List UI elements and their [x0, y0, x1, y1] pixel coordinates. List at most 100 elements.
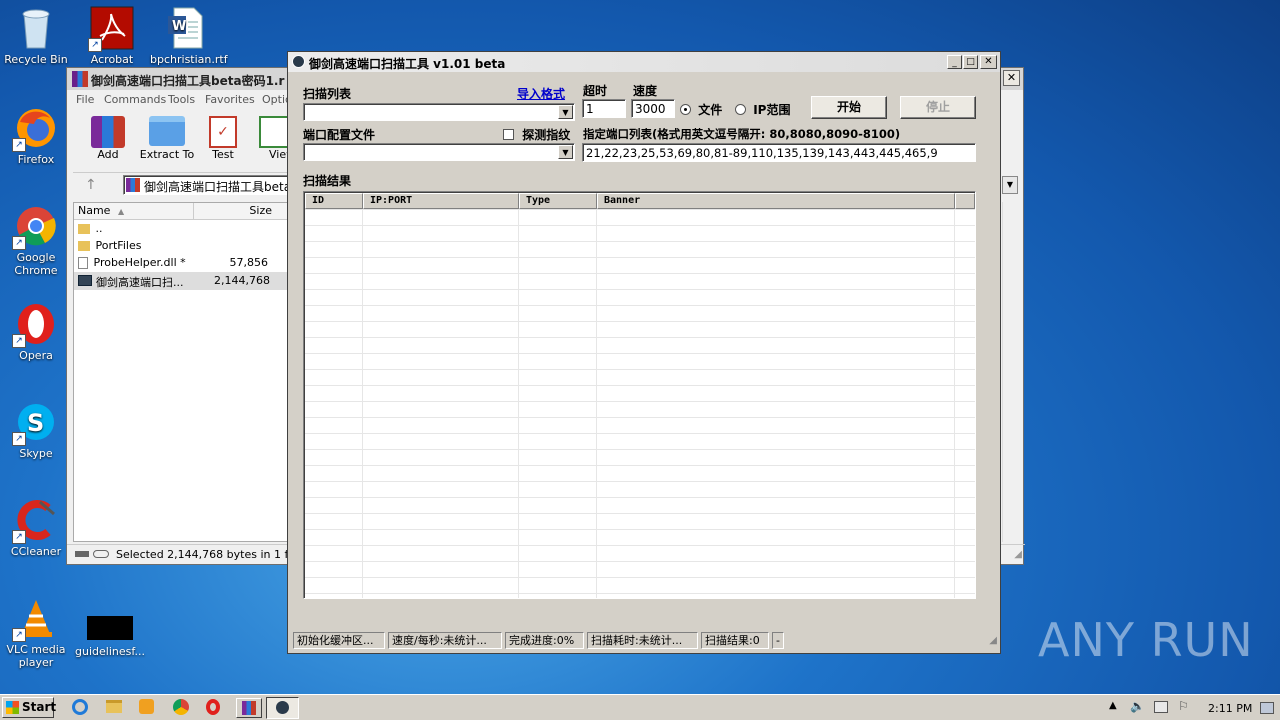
sort-up-icon: ▲: [117, 207, 125, 216]
menu-favorites[interactable]: Favorites: [205, 93, 255, 106]
desktop-icon-recycle-bin[interactable]: Recycle Bin: [0, 6, 72, 66]
anyrun-watermark: ANY RUN: [1038, 613, 1254, 667]
folder-icon: [149, 116, 185, 146]
results-grid: [305, 209, 975, 598]
add-icon: [91, 116, 125, 148]
speed-input[interactable]: 3000: [631, 99, 675, 118]
port-config-label: 端口配置文件: [303, 128, 376, 142]
volume-icon[interactable]: 🔈: [1130, 699, 1145, 713]
menu-commands[interactable]: Commands: [104, 93, 166, 106]
ie-taskbar-icon[interactable]: [72, 699, 88, 715]
taskbar: Start ▲ 🔈 ⚐ 2:11 PM: [0, 694, 1280, 720]
file-row-parent[interactable]: ..: [78, 222, 288, 238]
results-table[interactable]: ID IP:PORT Type Banner: [303, 191, 976, 599]
opera-icon: ↗: [12, 302, 58, 348]
up-arrow-icon[interactable]: ↑: [85, 177, 97, 193]
status-elapsed: 扫描耗时:未统计...: [587, 632, 698, 649]
desktop-icon-skype[interactable]: S ↗ Skype: [0, 400, 72, 460]
scan-list-label: 扫描列表: [303, 87, 352, 101]
dll-file-icon: [78, 257, 88, 269]
show-desktop-icon[interactable]: [1260, 702, 1274, 714]
drive-icon: [75, 551, 89, 557]
column-header-name[interactable]: Name ▲: [74, 203, 194, 220]
toolbar-test[interactable]: ✓ Test: [203, 116, 243, 161]
desktop-icon-vlc[interactable]: ↗ VLC media player: [0, 596, 72, 669]
radio-ip-range[interactable]: IP范围: [735, 101, 790, 118]
recycle-bin-icon: [14, 6, 58, 50]
clock[interactable]: 2:11 PM: [1208, 702, 1252, 715]
radio-file[interactable]: 文件: [680, 101, 722, 118]
col-header-id[interactable]: ID: [305, 193, 363, 209]
timeout-input[interactable]: 1: [582, 99, 626, 118]
ccleaner-icon: ↗: [12, 498, 58, 544]
winrar-menubar: File Commands Tools Favorites Optic: [67, 90, 291, 108]
desktop-icon-guidelines[interactable]: guidelinesf...: [74, 606, 146, 658]
chevron-down-icon[interactable]: ▼: [558, 105, 573, 119]
winrar-close-button[interactable]: ✕: [1003, 70, 1020, 86]
import-format-link[interactable]: 导入格式: [517, 85, 565, 102]
start-button[interactable]: 开始: [811, 96, 887, 119]
status-progress: 完成进度:0%: [505, 632, 584, 649]
radio-unchecked-icon: [735, 104, 746, 115]
maximize-button[interactable]: □: [963, 55, 978, 69]
close-button[interactable]: ✕: [980, 55, 997, 69]
view-icon: [259, 116, 289, 148]
address-field[interactable]: 御剑高速端口扫描工具beta: [123, 175, 293, 195]
explorer-taskbar-icon[interactable]: [106, 700, 122, 713]
desktop-icon-word-doc[interactable]: W bpchristian.rtf: [150, 6, 228, 66]
timeout-label: 超时: [583, 84, 608, 98]
folder-icon: [78, 224, 90, 234]
opera-taskbar-icon[interactable]: [206, 699, 220, 715]
windows-logo-icon: [6, 701, 19, 714]
chevron-down-icon[interactable]: ▼: [558, 145, 573, 159]
col-header-ipport[interactable]: IP:PORT: [363, 193, 519, 209]
resize-grip-icon[interactable]: ◢: [989, 635, 997, 646]
toolbar-add[interactable]: Add: [85, 116, 131, 161]
scan-list-combo[interactable]: ▼: [303, 103, 575, 121]
col-header-banner[interactable]: Banner: [597, 193, 955, 209]
winrar-taskbar-icon[interactable]: [236, 698, 262, 718]
menu-tools[interactable]: Tools: [168, 93, 195, 106]
menu-file[interactable]: File: [76, 93, 94, 106]
port-config-combo[interactable]: ▼: [303, 143, 575, 161]
toolbar-extract[interactable]: Extract To: [137, 116, 197, 161]
desktop-icon-acrobat[interactable]: ↗ Acrobat: [76, 6, 148, 66]
word-doc-icon: W: [164, 6, 208, 50]
results-header: ID IP:PORT Type Banner: [305, 193, 975, 209]
column-header-size[interactable]: Size: [194, 203, 290, 220]
file-row-portfiles[interactable]: PortFiles: [78, 239, 288, 255]
checkbox-icon: [503, 129, 514, 140]
chevron-up-icon[interactable]: ▲: [1109, 700, 1117, 711]
scanner-app-icon: [292, 55, 305, 68]
scanner-titlebar[interactable]: 御剑高速端口扫描工具 v1.01 beta _ □ ✕: [288, 52, 1000, 72]
port-list-input[interactable]: 21,22,23,25,53,69,80,81-89,110,135,139,1…: [582, 143, 976, 162]
chrome-taskbar-icon[interactable]: [173, 699, 189, 715]
winrar-addressbar: ↑ 御剑高速端口扫描工具beta: [73, 172, 293, 196]
col-header-type[interactable]: Type: [519, 193, 597, 209]
winrar-scrollbar[interactable]: [1002, 202, 1018, 542]
scanner-statusbar: 初始化缓冲区... 速度/每秒:未统计... 完成进度:0% 扫描耗时:未统计.…: [288, 630, 1000, 652]
desktop-icon-ccleaner[interactable]: ↗ CCleaner: [0, 498, 72, 558]
status-results: 扫描结果:0: [701, 632, 769, 649]
exe-file-icon: [78, 275, 92, 286]
media-player-taskbar-icon[interactable]: [139, 699, 154, 714]
desktop-icon-chrome[interactable]: ↗ Google Chrome: [0, 204, 72, 277]
desktop-icon-firefox[interactable]: ↗ Firefox: [0, 106, 72, 166]
results-label: 扫描结果: [303, 174, 352, 188]
status-speed: 速度/每秒:未统计...: [388, 632, 502, 649]
resize-grip-icon[interactable]: ◢: [1014, 549, 1022, 560]
test-icon: ✓: [209, 116, 237, 148]
start-button[interactable]: Start: [2, 697, 56, 718]
network-icon[interactable]: [1154, 701, 1168, 713]
file-row-exe[interactable]: 御剑高速端口扫... 2,144,768: [74, 272, 290, 290]
probe-fingerprint-checkbox[interactable]: 探测指纹: [503, 126, 570, 143]
stop-button[interactable]: 停止: [900, 96, 976, 119]
flag-icon[interactable]: ⚐: [1178, 699, 1189, 713]
winrar-dropdown-button[interactable]: ▼: [1002, 176, 1018, 194]
minimize-button[interactable]: _: [947, 55, 962, 69]
scanner-taskbar-icon[interactable]: [266, 697, 299, 719]
winrar-title: 御剑高速端口扫描工具beta密码1.r: [91, 74, 285, 88]
file-row-probehelper[interactable]: ProbeHelper.dll * 57,856: [78, 256, 288, 272]
skype-icon: S ↗: [12, 400, 58, 446]
desktop-icon-opera[interactable]: ↗ Opera: [0, 302, 72, 362]
